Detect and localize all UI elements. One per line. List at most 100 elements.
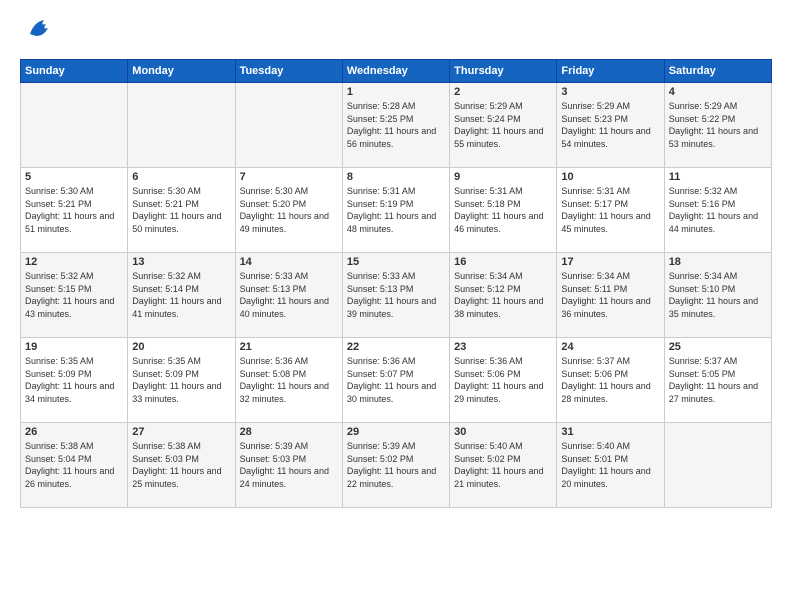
calendar-week-row: 1 Sunrise: 5:28 AMSunset: 5:25 PMDaylight…: [21, 83, 772, 168]
day-number: 5: [25, 171, 123, 183]
daylight: Daylight: 11 hours and 44 minutes.: [669, 211, 758, 234]
logo: [20, 18, 54, 49]
sunset: Sunset: 5:05 PM: [669, 369, 736, 379]
sunrise: Sunrise: 5:30 AM: [240, 186, 309, 196]
sunrise: Sunrise: 5:38 AM: [132, 441, 201, 451]
day-info: Sunrise: 5:36 AMSunset: 5:06 PMDaylight:…: [454, 355, 552, 405]
sunset: Sunset: 5:12 PM: [454, 284, 521, 294]
day-info: Sunrise: 5:36 AMSunset: 5:08 PMDaylight:…: [240, 355, 338, 405]
calendar-cell: 5Sunrise: 5:30 AMSunset: 5:21 PMDaylight…: [21, 168, 128, 253]
day-info: Sunrise: 5:32 AMSunset: 5:14 PMDaylight:…: [132, 270, 230, 320]
day-number: 27: [132, 426, 230, 438]
day-number: 13: [132, 256, 230, 268]
daylight: Daylight: 11 hours and 32 minutes.: [240, 381, 329, 404]
day-info: Sunrise: 5:39 AMSunset: 5:02 PMDaylight:…: [347, 440, 445, 490]
sunset: Sunset: 5:18 PM: [454, 199, 521, 209]
calendar-cell: 22Sunrise: 5:36 AMSunset: 5:07 PMDayligh…: [342, 338, 449, 423]
daylight: Daylight: 11 hours and 53 minutes.: [669, 126, 758, 149]
sunset: Sunset: 5:06 PM: [454, 369, 521, 379]
sunset: Sunset: 5:20 PM: [240, 199, 307, 209]
day-number: 19: [25, 341, 123, 353]
daylight: Daylight: 11 hours and 50 minutes.: [132, 211, 221, 234]
daylight: Daylight: 11 hours and 25 minutes.: [132, 466, 221, 489]
calendar-cell: [235, 83, 342, 168]
calendar-week-row: 12 Sunrise: 5:32 AMSunset: 5:15 PMDayligh…: [21, 253, 772, 338]
day-number: 18: [669, 256, 767, 268]
day-info: Sunrise: 5:34 AMSunset: 5:11 PMDaylight:…: [561, 270, 659, 320]
calendar-cell: 25Sunrise: 5:37 AMSunset: 5:05 PMDayligh…: [664, 338, 771, 423]
day-number: 28: [240, 426, 338, 438]
sunset: Sunset: 5:15 PM: [25, 284, 92, 294]
calendar-week-row: 19Sunrise: 5:35 AMSunset: 5:09 PMDayligh…: [21, 338, 772, 423]
header-tuesday: Tuesday: [235, 60, 342, 83]
sunrise: Sunrise: 5:29 AM: [454, 101, 523, 111]
day-number: 21: [240, 341, 338, 353]
day-number: 12: [25, 256, 123, 268]
calendar-cell: 17Sunrise: 5:34 AMSunset: 5:11 PMDayligh…: [557, 253, 664, 338]
daylight: Daylight: 11 hours and 45 minutes.: [561, 211, 650, 234]
day-number: 8: [347, 171, 445, 183]
sunrise: Sunrise: 5:33 AM: [347, 271, 416, 281]
day-number: 11: [669, 171, 767, 183]
calendar-cell: 9 Sunrise: 5:31 AMSunset: 5:18 PMDaylight…: [450, 168, 557, 253]
calendar-cell: 3Sunrise: 5:29 AMSunset: 5:23 PMDaylight…: [557, 83, 664, 168]
sunrise: Sunrise: 5:35 AM: [25, 356, 94, 366]
sunset: Sunset: 5:22 PM: [669, 114, 736, 124]
sunrise: Sunrise: 5:36 AM: [347, 356, 416, 366]
calendar-cell: 27 Sunrise: 5:38 AMSunset: 5:03 PMDayligh…: [128, 423, 235, 508]
day-number: 2: [454, 86, 552, 98]
calendar-cell: 30Sunrise: 5:40 AMSunset: 5:02 PMDayligh…: [450, 423, 557, 508]
sunrise: Sunrise: 5:34 AM: [669, 271, 738, 281]
calendar-cell: 26Sunrise: 5:38 AMSunset: 5:04 PMDayligh…: [21, 423, 128, 508]
day-info: Sunrise: 5:32 AMSunset: 5:16 PMDaylight:…: [669, 185, 767, 235]
day-info: Sunrise: 5:40 AMSunset: 5:02 PMDaylight:…: [454, 440, 552, 490]
calendar-cell: 19Sunrise: 5:35 AMSunset: 5:09 PMDayligh…: [21, 338, 128, 423]
day-number: 29: [347, 426, 445, 438]
day-info: Sunrise: 5:38 AMSunset: 5:03 PMDaylight:…: [132, 440, 230, 490]
header-thursday: Thursday: [450, 60, 557, 83]
calendar-cell: 16Sunrise: 5:34 AMSunset: 5:12 PMDayligh…: [450, 253, 557, 338]
day-info: Sunrise: 5:32 AMSunset: 5:15 PMDaylight:…: [25, 270, 123, 320]
daylight: Daylight: 11 hours and 55 minutes.: [454, 126, 543, 149]
day-info: Sunrise: 5:35 AMSunset: 5:09 PMDaylight:…: [132, 355, 230, 405]
day-info: Sunrise: 5:34 AMSunset: 5:10 PMDaylight:…: [669, 270, 767, 320]
daylight: Daylight: 11 hours and 24 minutes.: [240, 466, 329, 489]
day-info: Sunrise: 5:35 AMSunset: 5:09 PMDaylight:…: [25, 355, 123, 405]
day-number: 20: [132, 341, 230, 353]
sunrise: Sunrise: 5:40 AM: [454, 441, 523, 451]
header-wednesday: Wednesday: [342, 60, 449, 83]
day-info: Sunrise: 5:29 AMSunset: 5:23 PMDaylight:…: [561, 100, 659, 150]
sunset: Sunset: 5:09 PM: [25, 369, 92, 379]
day-info: Sunrise: 5:31 AMSunset: 5:17 PMDaylight:…: [561, 185, 659, 235]
sunrise: Sunrise: 5:31 AM: [347, 186, 416, 196]
day-number: 1: [347, 86, 445, 98]
day-info: Sunrise: 5:31 AMSunset: 5:18 PMDaylight:…: [454, 185, 552, 235]
logo-bird-icon: [26, 14, 54, 49]
day-info: Sunrise: 5:28 AMSunset: 5:25 PMDaylight:…: [347, 100, 445, 150]
day-number: 9: [454, 171, 552, 183]
sunrise: Sunrise: 5:40 AM: [561, 441, 630, 451]
day-info: Sunrise: 5:30 AMSunset: 5:21 PMDaylight:…: [132, 185, 230, 235]
calendar-cell: 10Sunrise: 5:31 AMSunset: 5:17 PMDayligh…: [557, 168, 664, 253]
sunrise: Sunrise: 5:30 AM: [132, 186, 201, 196]
daylight: Daylight: 11 hours and 20 minutes.: [561, 466, 650, 489]
header-sunday: Sunday: [21, 60, 128, 83]
daylight: Daylight: 11 hours and 56 minutes.: [347, 126, 436, 149]
daylight: Daylight: 11 hours and 28 minutes.: [561, 381, 650, 404]
sunset: Sunset: 5:03 PM: [240, 454, 307, 464]
sunset: Sunset: 5:09 PM: [132, 369, 199, 379]
sunset: Sunset: 5:04 PM: [25, 454, 92, 464]
weekday-header-row: Sunday Monday Tuesday Wednesday Thursday…: [21, 60, 772, 83]
calendar-cell: 29 Sunrise: 5:39 AMSunset: 5:02 PMDayligh…: [342, 423, 449, 508]
daylight: Daylight: 11 hours and 26 minutes.: [25, 466, 114, 489]
day-info: Sunrise: 5:38 AMSunset: 5:04 PMDaylight:…: [25, 440, 123, 490]
sunrise: Sunrise: 5:31 AM: [561, 186, 630, 196]
day-number: 16: [454, 256, 552, 268]
daylight: Daylight: 11 hours and 35 minutes.: [669, 296, 758, 319]
sunset: Sunset: 5:23 PM: [561, 114, 628, 124]
day-info: Sunrise: 5:39 AMSunset: 5:03 PMDaylight:…: [240, 440, 338, 490]
calendar-cell: 18 Sunrise: 5:34 AMSunset: 5:10 PMDayligh…: [664, 253, 771, 338]
day-info: Sunrise: 5:33 AMSunset: 5:13 PMDaylight:…: [240, 270, 338, 320]
calendar-cell: 21 Sunrise: 5:36 AMSunset: 5:08 PMDayligh…: [235, 338, 342, 423]
sunset: Sunset: 5:11 PM: [561, 284, 627, 294]
